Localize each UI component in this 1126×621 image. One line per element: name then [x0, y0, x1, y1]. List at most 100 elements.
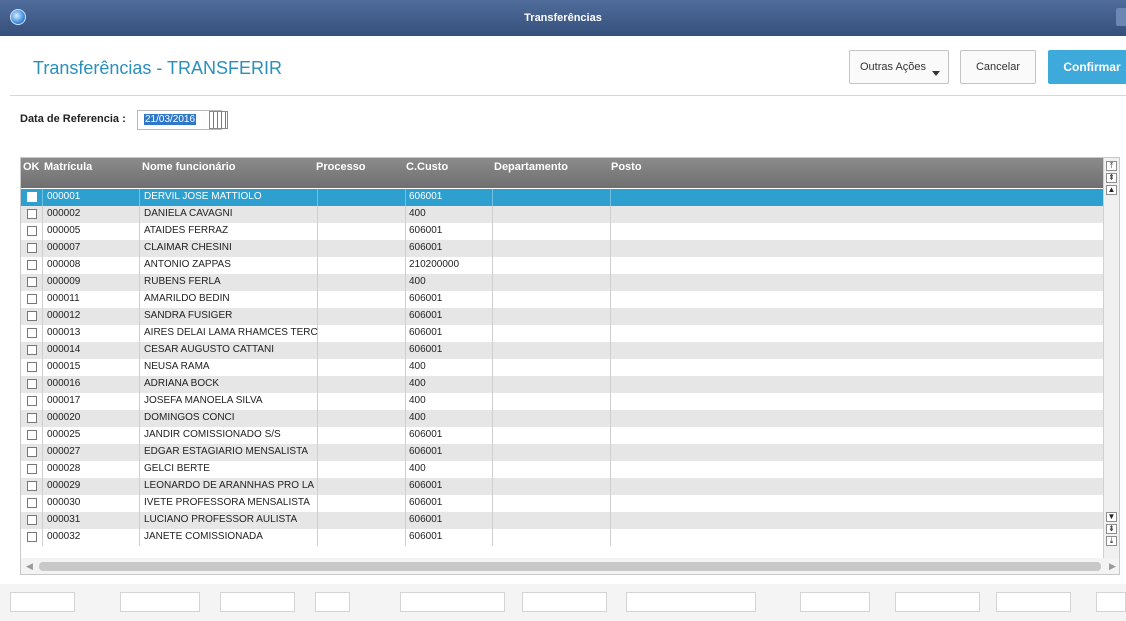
table-row[interactable]: 000013 AIRES DELAI LAMA RHAMCES TERC 60600…	[21, 325, 1105, 342]
table-row[interactable]: 000029 LEONARDO DE ARANNHAS PRO LA 606001	[21, 478, 1105, 495]
row-checkbox[interactable]	[27, 413, 37, 423]
column-divider	[492, 189, 493, 206]
col-nome[interactable]: Nome funcionário	[142, 161, 236, 173]
row-checkbox[interactable]	[27, 192, 37, 202]
scroll-last-icon[interactable]: ⤓	[1106, 536, 1117, 546]
cell-matricula: 000028	[47, 463, 81, 474]
scroll-down-icon[interactable]: ▼	[1106, 512, 1117, 522]
table-row[interactable]: 000011 AMARILDO BEDIN 606001	[21, 291, 1105, 308]
column-divider	[42, 257, 43, 274]
row-checkbox[interactable]	[27, 209, 37, 219]
row-checkbox[interactable]	[27, 396, 37, 406]
col-processo[interactable]: Processo	[316, 161, 366, 173]
row-checkbox[interactable]	[27, 447, 37, 457]
table-row[interactable]: 000002 DANIELA CAVAGNI 400	[21, 206, 1105, 223]
column-divider	[492, 257, 493, 274]
table-row[interactable]: 000017 JOSEFA MANOELA SILVA 400	[21, 393, 1105, 410]
table-row[interactable]: 000007 CLAIMAR CHESINI 606001	[21, 240, 1105, 257]
row-checkbox[interactable]	[27, 294, 37, 304]
table-row[interactable]: 000015 NEUSA RAMA 400	[21, 359, 1105, 376]
row-checkbox[interactable]	[27, 515, 37, 525]
column-divider	[42, 495, 43, 512]
calendar-icon[interactable]	[209, 111, 228, 129]
cell-ccusto: 400	[409, 378, 426, 389]
column-divider	[610, 342, 611, 359]
scroll-right-icon[interactable]: ▶	[1109, 561, 1116, 572]
table-row[interactable]: 000027 EDGAR ESTAGIARIO MENSALISTA 606001	[21, 444, 1105, 461]
column-divider	[42, 461, 43, 478]
reference-date-value: 21/03/2016	[144, 114, 197, 125]
column-divider	[405, 393, 406, 410]
row-checkbox[interactable]	[27, 481, 37, 491]
row-checkbox[interactable]	[27, 464, 37, 474]
row-checkbox[interactable]	[27, 277, 37, 287]
column-divider	[42, 444, 43, 461]
column-divider	[42, 512, 43, 529]
table-row[interactable]: 000005 ATAIDES FERRAZ 606001	[21, 223, 1105, 240]
cell-matricula: 000030	[47, 497, 81, 508]
column-divider	[610, 325, 611, 342]
col-departamento[interactable]: Departamento	[494, 161, 568, 173]
bg-field	[996, 592, 1071, 612]
column-divider	[610, 274, 611, 291]
row-checkbox[interactable]	[27, 311, 37, 321]
table-row[interactable]: 000028 GELCI BERTE 400	[21, 461, 1105, 478]
column-divider	[405, 189, 406, 206]
cell-nome: DOMINGOS CONCI	[144, 412, 235, 423]
other-actions-button[interactable]: Outras Ações	[849, 50, 949, 84]
column-divider	[492, 240, 493, 257]
column-divider	[139, 461, 140, 478]
confirm-button[interactable]: Confirmar	[1048, 50, 1126, 84]
cell-matricula: 000011	[47, 293, 80, 304]
row-checkbox[interactable]	[27, 379, 37, 389]
row-checkbox[interactable]	[27, 226, 37, 236]
table-row[interactable]: 000009 RUBENS FERLA 400	[21, 274, 1105, 291]
cancel-button[interactable]: Cancelar	[960, 50, 1036, 84]
window-title: Transferências	[524, 12, 602, 24]
vertical-scrollbar[interactable]: ⤒ ⇞ ▲ ▼ ⇟ ⤓	[1103, 158, 1119, 558]
column-divider	[610, 427, 611, 444]
horizontal-scrollbar[interactable]: ◀ ▶	[21, 558, 1119, 574]
scroll-up-icon[interactable]: ▲	[1106, 185, 1117, 195]
table-row[interactable]: 000012 SANDRA FUSIGER 606001	[21, 308, 1105, 325]
table-row[interactable]: 000030 IVETE PROFESSORA MENSALISTA 606001	[21, 495, 1105, 512]
col-ok[interactable]: OK	[23, 161, 40, 173]
col-matricula[interactable]: Matrícula	[44, 161, 92, 173]
cell-matricula: 000012	[47, 310, 81, 321]
cell-matricula: 000008	[47, 259, 81, 270]
window-control-button[interactable]	[1116, 8, 1126, 26]
row-checkbox[interactable]	[27, 362, 37, 372]
column-divider	[492, 410, 493, 427]
cell-nome: DERVIL JOSE MATTIOLO	[144, 191, 262, 202]
row-checkbox[interactable]	[27, 328, 37, 338]
column-divider	[139, 223, 140, 240]
scroll-first-icon[interactable]: ⤒	[1106, 161, 1117, 171]
row-checkbox[interactable]	[27, 260, 37, 270]
row-checkbox[interactable]	[27, 243, 37, 253]
horizontal-scroll-thumb[interactable]	[39, 562, 1101, 571]
row-checkbox[interactable]	[27, 345, 37, 355]
column-divider	[610, 240, 611, 257]
scroll-left-icon[interactable]: ◀	[26, 561, 33, 572]
column-divider	[405, 206, 406, 223]
background-form-fields	[0, 584, 1126, 621]
cell-nome: ANTONIO ZAPPAS	[144, 259, 231, 270]
table-row[interactable]: 000031 LUCIANO PROFESSOR AULISTA 606001	[21, 512, 1105, 529]
table-row[interactable]: 000014 CESAR AUGUSTO CATTANI 606001	[21, 342, 1105, 359]
table-row[interactable]: 000032 JANETE COMISSIONADA 606001	[21, 529, 1105, 546]
table-row[interactable]: 000008 ANTONIO ZAPPAS 210200000	[21, 257, 1105, 274]
column-divider	[610, 444, 611, 461]
row-checkbox[interactable]	[27, 430, 37, 440]
row-checkbox[interactable]	[27, 498, 37, 508]
table-row[interactable]: 000025 JANDIR COMISSIONADO S/S 606001	[21, 427, 1105, 444]
scroll-page-down-icon[interactable]: ⇟	[1106, 524, 1117, 534]
column-divider	[492, 291, 493, 308]
table-row[interactable]: 000020 DOMINGOS CONCI 400	[21, 410, 1105, 427]
col-ccusto[interactable]: C.Custo	[406, 161, 448, 173]
scroll-page-up-icon[interactable]: ⇞	[1106, 173, 1117, 183]
table-row[interactable]: 000001 DERVIL JOSE MATTIOLO 606001	[21, 189, 1105, 206]
row-checkbox[interactable]	[27, 532, 37, 542]
table-row[interactable]: 000016 ADRIANA BOCK 400	[21, 376, 1105, 393]
cell-matricula: 000031	[47, 514, 81, 525]
col-posto[interactable]: Posto	[611, 161, 642, 173]
